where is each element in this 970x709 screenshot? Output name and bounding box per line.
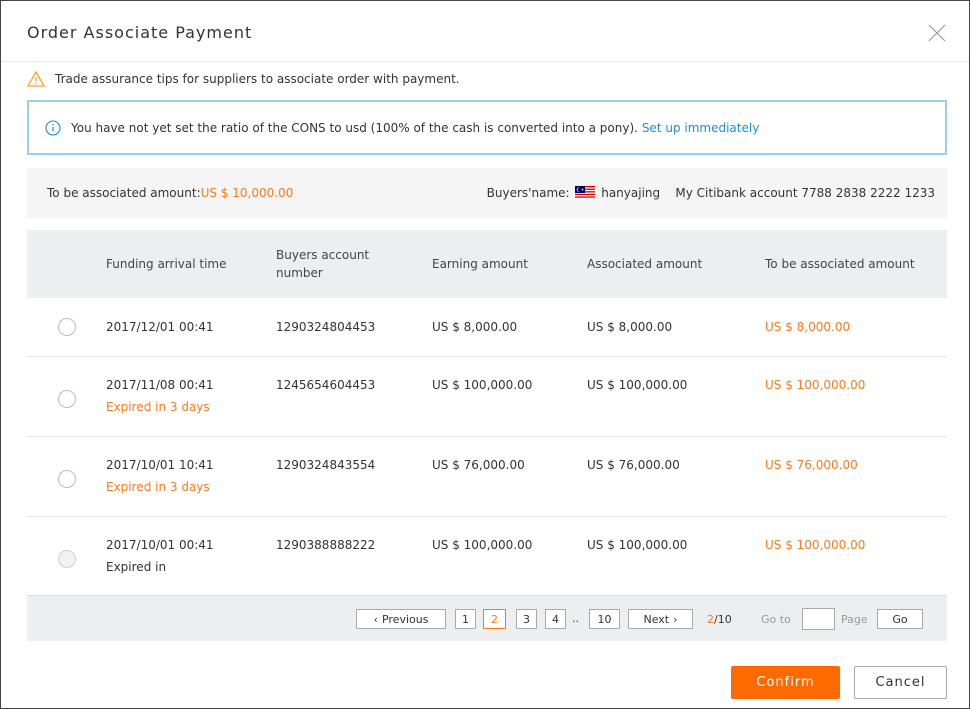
to-be-associated-amount: US $ 100,000.00 bbox=[765, 538, 866, 552]
earning-amount: US $ 100,000.00 bbox=[432, 378, 533, 392]
header-associated-amount: Associated amount bbox=[587, 257, 703, 271]
to-be-associated-amount: US $ 8,000.00 bbox=[765, 320, 851, 334]
funding-time: 2017/11/08 00:41 bbox=[106, 378, 214, 392]
row-radio[interactable] bbox=[57, 390, 76, 408]
row-radio[interactable] bbox=[57, 470, 76, 488]
expiry-note: Expired in 3 days bbox=[106, 400, 210, 414]
citibank-account: My Citibank account 7788 2838 2222 1233 bbox=[675, 186, 935, 200]
payments-table: Funding arrival time Buyers account numb… bbox=[27, 230, 947, 595]
associated-amount: US $ 100,000.00 bbox=[587, 378, 688, 392]
page-number-input[interactable] bbox=[802, 608, 835, 630]
order-associate-payment-dialog: Order Associate Payment Trade assurance … bbox=[0, 0, 970, 709]
setup-link[interactable]: Set up immediately bbox=[642, 121, 759, 135]
earning-amount: US $ 100,000.00 bbox=[432, 538, 533, 552]
buyer-info: Buyers'name: hanyajing My Citibank accou… bbox=[487, 186, 935, 200]
buyer-name: hanyajing bbox=[601, 186, 661, 200]
page-count: 2/10 bbox=[707, 613, 732, 626]
buyer-account-number: 1290324804453 bbox=[276, 320, 376, 334]
to-be-value: US $ 10,000.00 bbox=[200, 186, 294, 200]
current-page: 2 bbox=[707, 613, 714, 626]
expiry-note: Expired in bbox=[106, 560, 167, 574]
table-row: 2017/10/01 00:41 Expired in 129038888822… bbox=[27, 517, 947, 595]
table-header: Funding arrival time Buyers account numb… bbox=[27, 230, 947, 298]
malaysia-flag-icon bbox=[575, 186, 596, 199]
buyer-account-number: 1290388888222 bbox=[276, 538, 376, 552]
next-label: Next bbox=[643, 612, 670, 626]
close-icon[interactable] bbox=[925, 21, 949, 45]
warning-icon bbox=[27, 71, 45, 87]
funding-time: 2017/10/01 00:41 bbox=[106, 538, 214, 552]
header-buyers-account: Buyers account number bbox=[276, 248, 370, 280]
tip-text: Trade assurance tips for suppliers to as… bbox=[55, 72, 460, 86]
earning-amount: US $ 76,000.00 bbox=[432, 458, 525, 472]
info-text: You have not yet set the ratio of the CO… bbox=[71, 120, 638, 135]
to-be-label: To be associated amount: bbox=[47, 186, 201, 200]
table-row[interactable]: 2017/11/08 00:41 Expired in 3 days 12456… bbox=[27, 357, 947, 437]
chevron-left-icon: ‹ bbox=[373, 612, 378, 626]
buyer-account-number: 1290324843554 bbox=[276, 458, 376, 472]
buyer-account-number: 1245654604453 bbox=[276, 378, 376, 392]
page-ellipsis: .. bbox=[572, 612, 579, 625]
header-funding-time: Funding arrival time bbox=[106, 257, 227, 271]
dialog-title: Order Associate Payment bbox=[27, 23, 253, 42]
buyer-name-label: Buyers'name: bbox=[486, 186, 570, 200]
page-button-current[interactable]: 2 bbox=[483, 609, 506, 629]
funding-time: 2017/12/01 00:41 bbox=[106, 320, 214, 334]
header-divider bbox=[1, 61, 969, 62]
go-button[interactable]: Go bbox=[877, 609, 923, 629]
table-row[interactable]: 2017/12/01 00:41 1290324804453 US $ 8,00… bbox=[27, 298, 947, 357]
table-row[interactable]: 2017/10/01 10:41 Expired in 3 days 12903… bbox=[27, 437, 947, 517]
page-button[interactable]: 3 bbox=[516, 609, 537, 629]
associated-amount: US $ 8,000.00 bbox=[587, 320, 673, 334]
row-radio[interactable] bbox=[57, 318, 76, 336]
total-pages: /10 bbox=[714, 613, 732, 626]
prev-label: Previous bbox=[381, 612, 429, 626]
chevron-right-icon: › bbox=[673, 612, 678, 626]
row-radio-disabled bbox=[57, 550, 76, 568]
goto-label: Go to bbox=[761, 613, 791, 626]
info-icon bbox=[45, 119, 61, 136]
next-page-button[interactable]: Next › bbox=[628, 609, 693, 629]
header-to-be-associated: To be associated amount bbox=[765, 257, 915, 271]
header-earning-amount: Earning amount bbox=[432, 257, 528, 271]
expiry-note: Expired in 3 days bbox=[106, 480, 210, 494]
pagination: ‹ Previous 1 2 3 4 .. 10 Next › 2/10 Go … bbox=[27, 595, 947, 641]
prev-page-button[interactable]: ‹ Previous bbox=[356, 609, 446, 629]
funding-time: 2017/10/01 10:41 bbox=[106, 458, 214, 472]
page-label: Page bbox=[841, 613, 868, 626]
to-be-associated-amount: US $ 76,000.00 bbox=[765, 458, 858, 472]
page-button[interactable]: 1 bbox=[455, 609, 476, 629]
info-notice: You have not yet set the ratio of the CO… bbox=[27, 100, 947, 155]
to-be-associated-amount: To be associated amount:US $ 10,000.00 bbox=[47, 186, 293, 200]
association-summary: To be associated amount:US $ 10,000.00 B… bbox=[27, 168, 947, 218]
associated-amount: US $ 76,000.00 bbox=[587, 458, 680, 472]
page-button[interactable]: 10 bbox=[589, 609, 620, 629]
confirm-button[interactable]: Confirm bbox=[731, 666, 840, 699]
page-button[interactable]: 4 bbox=[545, 609, 566, 629]
associated-amount: US $ 100,000.00 bbox=[587, 538, 688, 552]
trade-assurance-tip: Trade assurance tips for suppliers to as… bbox=[27, 71, 460, 87]
to-be-associated-amount: US $ 100,000.00 bbox=[765, 378, 866, 392]
earning-amount: US $ 8,000.00 bbox=[432, 320, 518, 334]
cancel-button[interactable]: Cancel bbox=[854, 666, 947, 699]
